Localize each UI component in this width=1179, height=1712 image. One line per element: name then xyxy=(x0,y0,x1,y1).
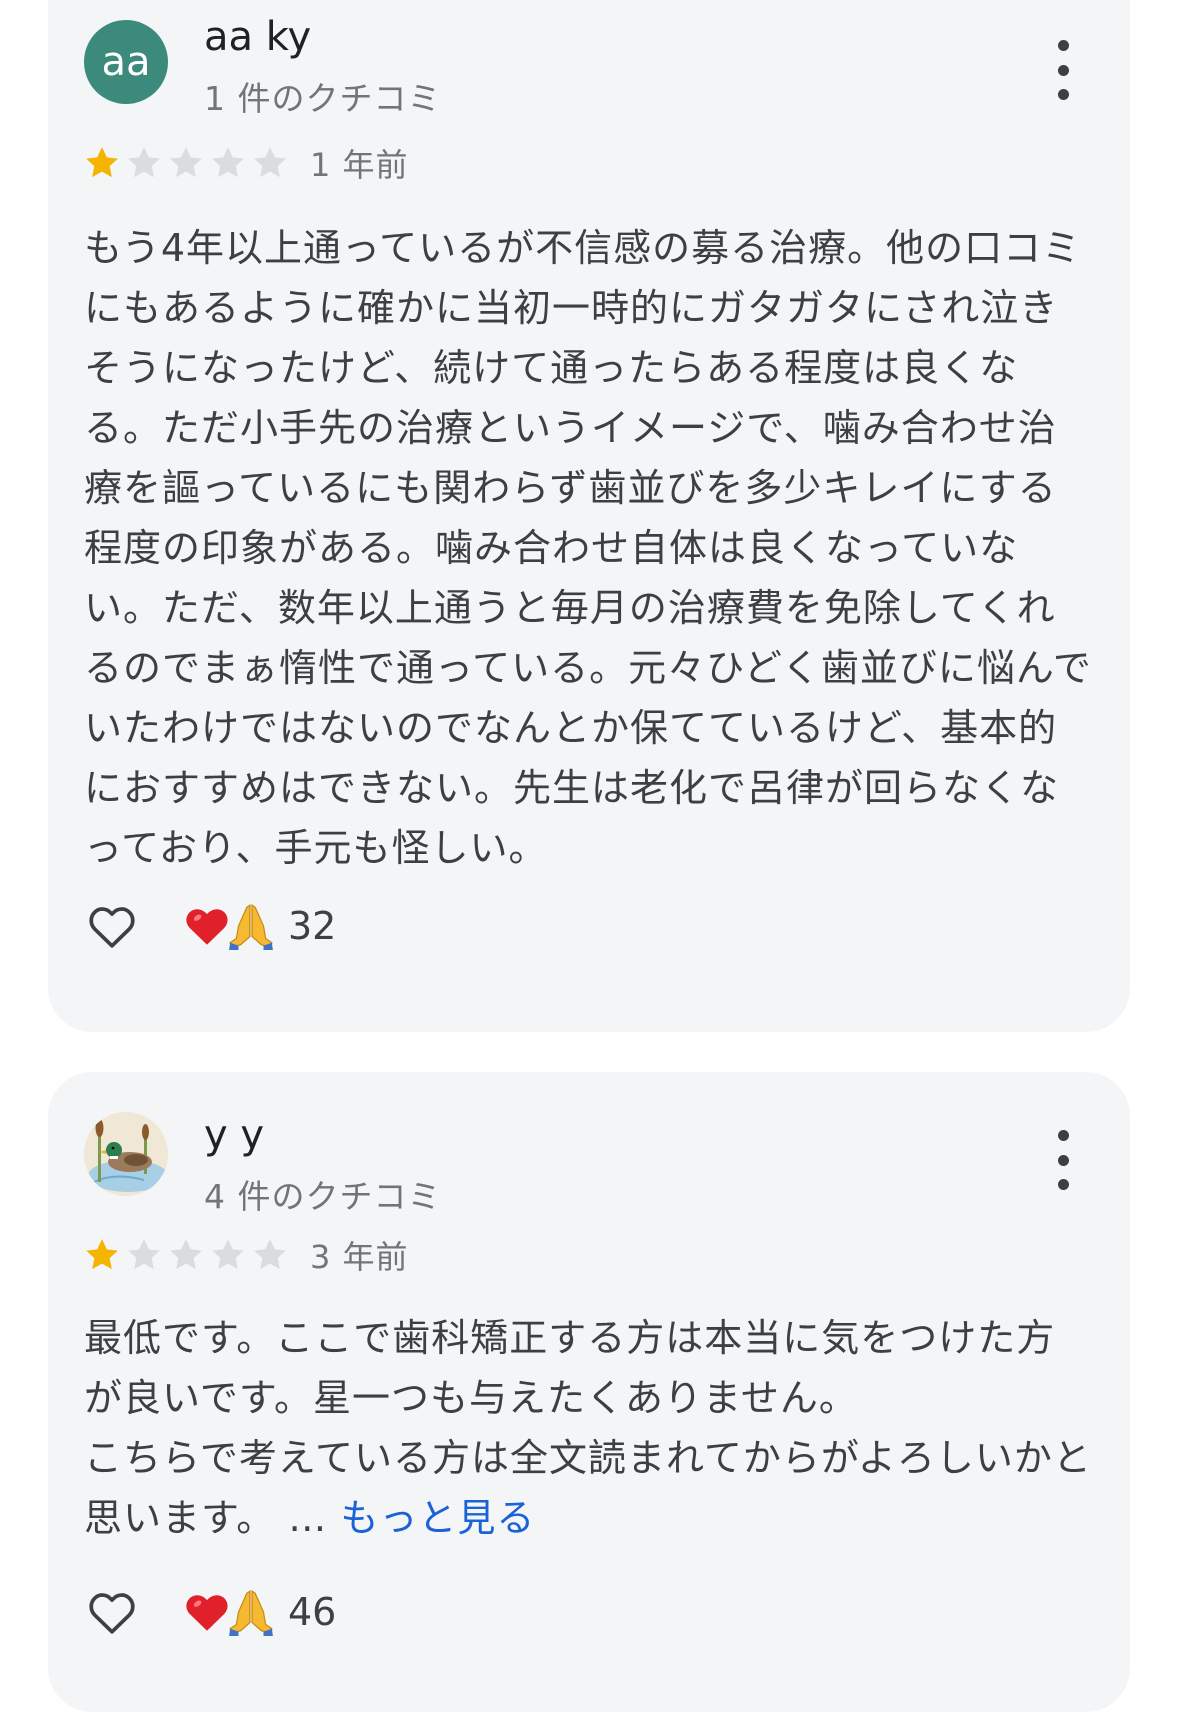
star-empty-icon xyxy=(170,1239,202,1270)
folded-hands-emoji-icon xyxy=(229,1589,273,1636)
star-rating: 3 年前 xyxy=(82,1232,409,1278)
star-filled-icon xyxy=(86,1239,118,1270)
review-time: 1 年前 xyxy=(310,146,409,184)
reviewer-name[interactable]: aa ky xyxy=(204,14,311,60)
review-actions: 46 xyxy=(82,1584,336,1640)
more-options-icon[interactable] xyxy=(1048,40,1078,100)
heart-outline-icon[interactable] xyxy=(82,898,142,954)
star-empty-icon xyxy=(212,1239,244,1270)
star-empty-icon xyxy=(212,147,244,178)
review-actions: 32 xyxy=(82,898,336,954)
star-rating: 1 年前 xyxy=(82,140,409,186)
review-text-content: もう4年以上通っているが不信感の募る治療。他の口コミにもあるように確かに当初一時… xyxy=(84,226,1092,870)
heart-emoji-icon xyxy=(186,1595,228,1631)
reaction-count: 32 xyxy=(288,904,337,948)
review-text: もう4年以上通っているが不信感の募る治療。他の口コミにもあるように確かに当初一時… xyxy=(84,218,1094,878)
review-text-content: 最低です。ここで歯科矯正する方は本当に気をつけた方が良いです。星一つも与えたくあ… xyxy=(84,1316,1092,1540)
more-options-icon[interactable] xyxy=(1048,1130,1078,1190)
heart-emoji-icon xyxy=(186,909,228,945)
duck-avatar-icon xyxy=(84,1112,168,1196)
review-card: y y 4 件のクチコミ 3 年前 最低です。ここで歯科矯正する方は本当に気をつ… xyxy=(48,1072,1130,1712)
reviewer-name[interactable]: y y xyxy=(204,1112,264,1158)
reactions[interactable]: 46 xyxy=(182,1587,336,1637)
star-empty-icon xyxy=(128,147,160,178)
star-empty-icon xyxy=(128,1239,160,1270)
review-card: aa aa ky 1 件のクチコミ 1 年前 もう4年以上通っているが不信感の募… xyxy=(48,0,1130,1032)
folded-hands-emoji-icon xyxy=(229,903,273,950)
reaction-count: 46 xyxy=(288,1590,337,1634)
star-empty-icon xyxy=(254,1239,286,1270)
avatar-initials: aa xyxy=(101,39,151,85)
star-empty-icon xyxy=(254,147,286,178)
reviewer-review-count: 4 件のクチコミ xyxy=(204,1177,442,1216)
avatar[interactable]: aa xyxy=(84,20,168,104)
read-more-link[interactable]: もっと見る xyxy=(340,1496,535,1540)
reviewer-review-count: 1 件のクチコミ xyxy=(204,79,442,118)
star-empty-icon xyxy=(170,147,202,178)
review-time: 3 年前 xyxy=(310,1238,409,1276)
avatar[interactable] xyxy=(84,1112,168,1196)
heart-outline-icon[interactable] xyxy=(82,1584,142,1640)
review-text: 最低です。ここで歯科矯正する方は本当に気をつけた方が良いです。星一つも与えたくあ… xyxy=(84,1308,1094,1548)
star-filled-icon xyxy=(86,147,118,178)
reactions[interactable]: 32 xyxy=(182,901,336,951)
